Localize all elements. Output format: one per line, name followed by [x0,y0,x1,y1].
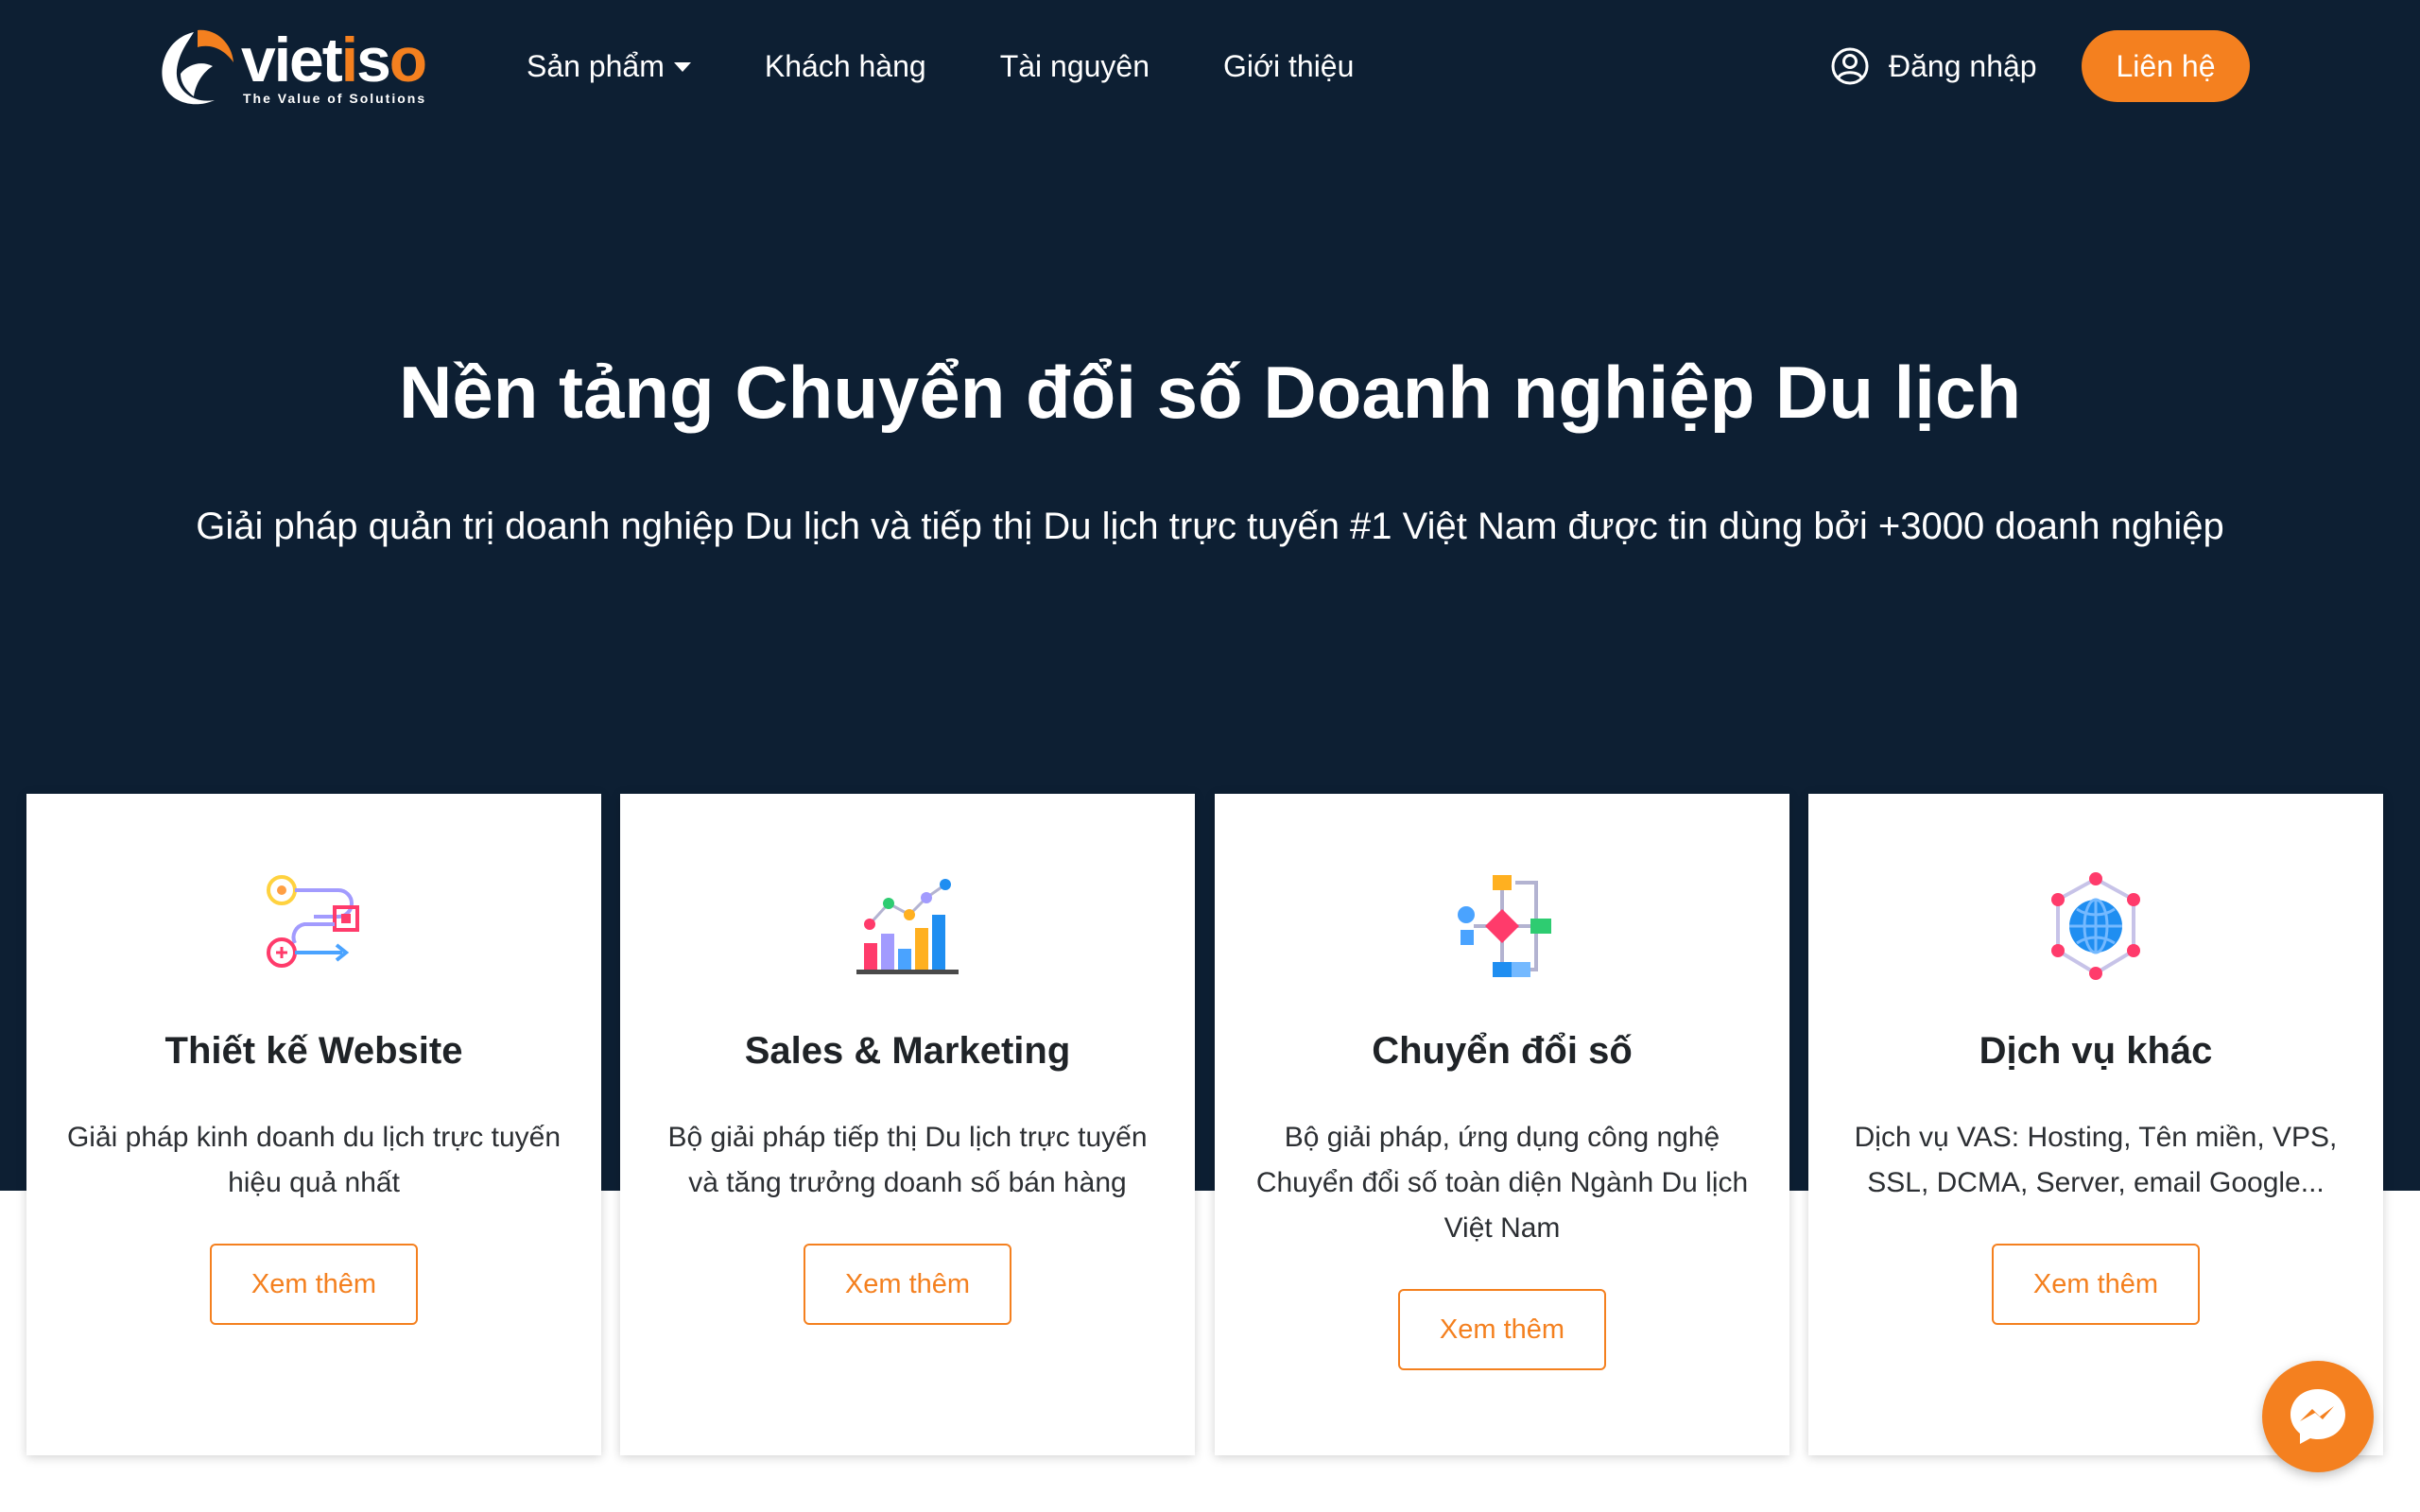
see-more-button[interactable]: Xem thêm [1398,1289,1606,1370]
card-description: Dịch vụ VAS: Hosting, Tên miền, VPS, SSL… [1854,1122,2338,1198]
service-card-sales-marketing: Sales & Marketing Bộ giải pháp tiếp thị … [620,794,1195,1455]
nav-item-resources[interactable]: Tài nguyên [1000,49,1150,84]
contact-button[interactable]: Liên hệ [2082,30,2250,102]
vietiso-logo[interactable]: vietiso The Value of Solutions [156,25,440,110]
messenger-chat-button[interactable] [2262,1361,2374,1472]
card-title: Dịch vụ khác [1979,1030,2213,1072]
login-label: Đăng nhập [1889,48,2037,83]
service-card-website: Thiết kế Website Giải pháp kinh doanh du… [26,794,601,1455]
nav-item-customers[interactable]: Khách hàng [765,49,926,84]
nav-item-products[interactable]: Sản phẩm [527,49,691,84]
service-card-digital-transformation: Chuyển đổi số Bộ giải pháp, ứng dụng côn… [1215,794,1789,1455]
vietiso-logo-mark-icon [162,29,233,105]
card-description: Bộ giải pháp tiếp thị Du lịch trực tuyến… [667,1122,1148,1198]
top-navbar: vietiso The Value of Solutions Sản phẩm … [0,0,2420,132]
nav-item-label: Khách hàng [764,48,926,83]
login-link[interactable]: Đăng nhập [1830,38,2037,94]
card-description: Bộ giải pháp, ứng dụng công nghệ Chuyển … [1255,1122,1749,1244]
main-menu: Sản phẩm Khách hàng Tài nguyên Giới thiệ… [527,45,1427,87]
globe-network-icon [2051,872,2140,980]
see-more-button[interactable]: Xem thêm [804,1244,1011,1325]
nav-item-label: Sản phẩm [527,48,665,83]
logo-wordmark: vietiso [241,25,427,94]
nav-item-label: Giới thiệu [1223,48,1355,83]
messenger-icon [2290,1389,2345,1444]
hero-title: Nền tảng Chuyển đổi số Doanh nghiệp Du l… [399,351,2021,434]
hero-subtitle: Giải pháp quản trị doanh nghiệp Du lịch … [196,506,2224,547]
card-title: Thiết kế Website [164,1030,463,1072]
nav-item-about[interactable]: Giới thiệu [1223,49,1354,84]
card-description: Giải pháp kinh doanh du lịch trực tuyến … [66,1122,562,1198]
logo-tagline: The Value of Solutions [243,91,427,106]
workflow-icon [267,875,359,968]
nav-item-label: Tài nguyên [999,48,1150,83]
card-title: Sales & Marketing [744,1030,1071,1072]
card-title: Chuyển đổi số [1372,1030,1633,1072]
growth-chart-icon [856,879,959,974]
see-more-button[interactable]: Xem thêm [1992,1244,2200,1325]
caret-down-icon [673,62,691,72]
flowchart-icon [1458,875,1551,977]
user-circle-icon [1831,47,1869,85]
see-more-button[interactable]: Xem thêm [210,1244,418,1325]
service-card-other-services: Dịch vụ khác Dịch vụ VAS: Hosting, Tên m… [1808,794,2383,1455]
